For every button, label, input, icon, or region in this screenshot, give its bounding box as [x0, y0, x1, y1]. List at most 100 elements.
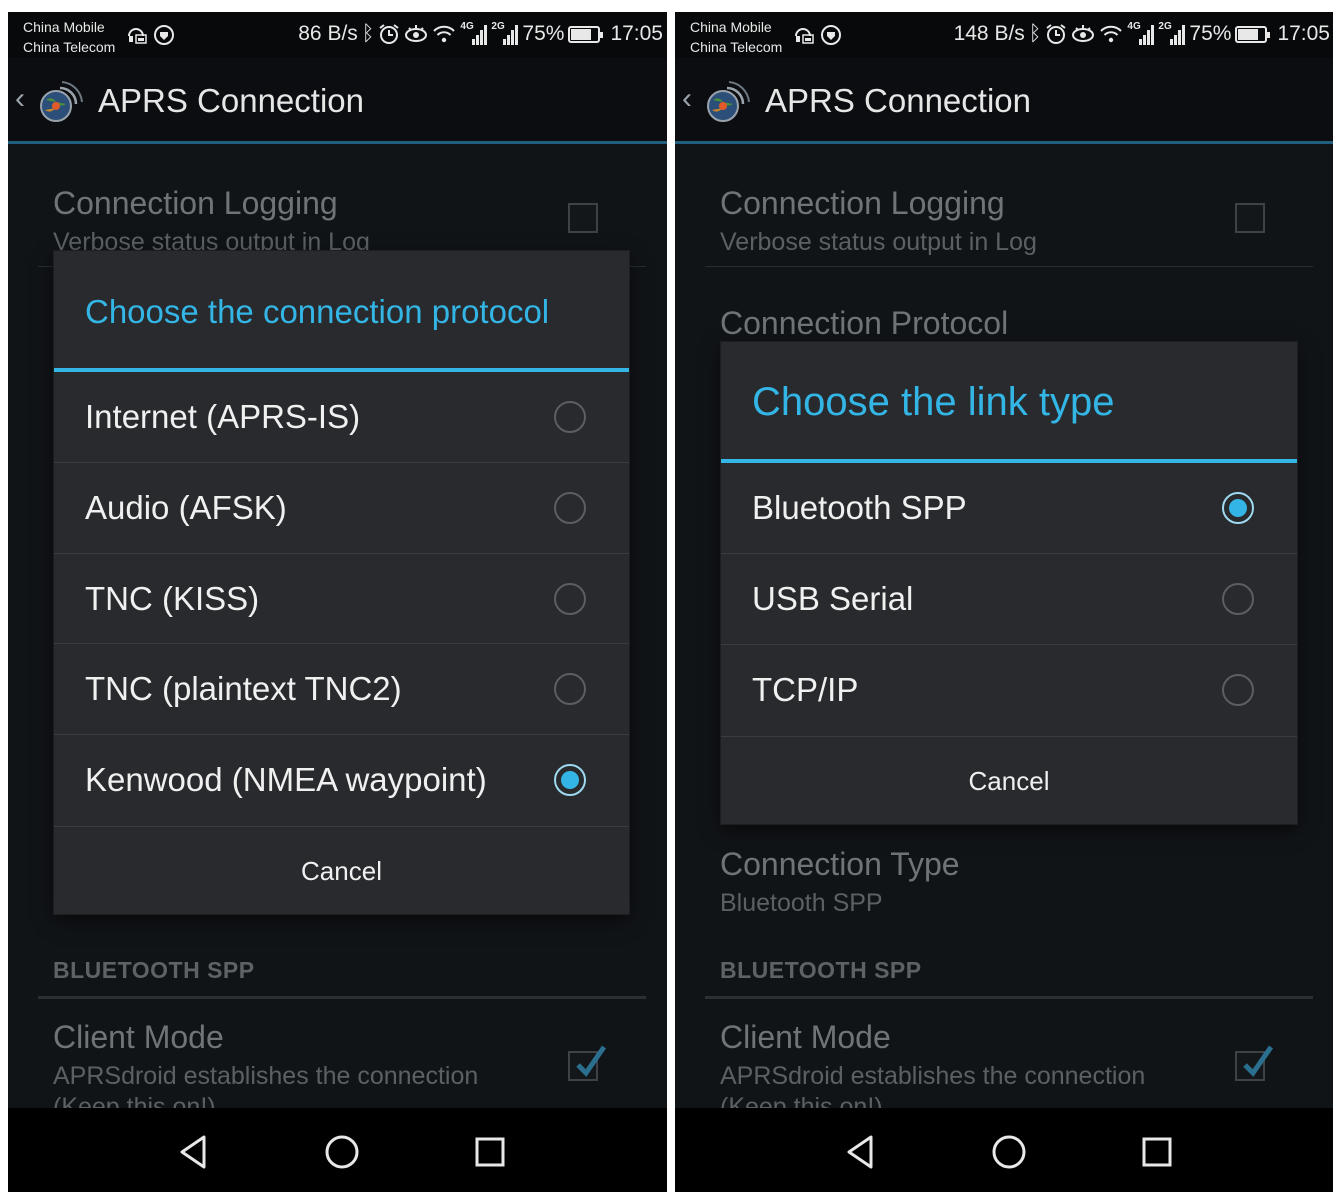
link-option-tcp-ip[interactable]: TCP/IP: [721, 644, 1297, 734]
connection-logging-title[interactable]: Connection Logging: [53, 185, 338, 222]
status-bar: China Mobile China Telecom 86 B/s ᛒ 4G 2…: [8, 12, 667, 58]
back-chevron-icon[interactable]: ‹: [15, 84, 25, 114]
option-label: TNC (plaintext TNC2): [85, 670, 402, 707]
action-bar: ‹ APRS Connection: [675, 58, 1333, 144]
net-speed-label: 148 B/s: [953, 22, 1025, 45]
client-mode-title[interactable]: Client Mode: [53, 1019, 224, 1056]
signal-2-icon: 2G: [1158, 21, 1186, 45]
signal-1-icon: 4G: [1127, 21, 1155, 45]
carrier-1-label: China Mobile: [23, 19, 105, 35]
category-divider: [38, 996, 646, 999]
battery-icon: [568, 25, 604, 43]
vpn-icon: [821, 25, 841, 45]
radio-button[interactable]: [1222, 583, 1254, 615]
protocol-options: Internet (APRS-IS) Audio (AFSK) TNC (KIS…: [54, 372, 629, 826]
option-label: Audio (AFSK): [85, 489, 287, 526]
clock-label: 17:05: [610, 22, 663, 45]
divider: [705, 266, 1313, 267]
option-label: Bluetooth SPP: [752, 489, 967, 526]
carrier-labels: China Mobile China Telecom: [690, 17, 782, 57]
connection-protocol-title[interactable]: Connection Protocol: [720, 305, 1008, 342]
radio-button[interactable]: [1222, 674, 1254, 706]
client-mode-summary-1: APRSdroid establishes the connection: [720, 1062, 1146, 1090]
option-label: TCP/IP: [752, 671, 859, 708]
connection-logging-checkbox[interactable]: [1235, 203, 1265, 233]
page-title: APRS Connection: [98, 82, 364, 119]
link-type-dialog: Choose the link type Bluetooth SPP USB S…: [721, 342, 1297, 824]
notification-lock-icon: [795, 28, 814, 44]
protocol-option-kenwood[interactable]: Kenwood (NMEA waypoint): [54, 734, 629, 824]
aprsdroid-globe-icon[interactable]: [36, 78, 84, 126]
protocol-dialog-title: Choose the connection protocol: [85, 293, 550, 330]
signal-1-icon: 4G: [460, 21, 488, 45]
recents-square-icon[interactable]: [1137, 1132, 1177, 1172]
status-icons-right: 86 B/s ᛒ 4G 2G 75% 17:05: [298, 21, 663, 46]
carrier-1-label: China Mobile: [690, 19, 772, 35]
aprsdroid-globe-icon[interactable]: [703, 78, 751, 126]
radio-button[interactable]: [554, 673, 586, 705]
status-bar: China Mobile China Telecom 148 B/s ᛒ 4G …: [675, 12, 1333, 58]
home-circle-icon[interactable]: [322, 1132, 362, 1172]
back-triangle-icon[interactable]: [174, 1132, 214, 1172]
wifi-icon: [433, 25, 456, 43]
phone-screen-left: China Mobile China Telecom 86 B/s ᛒ 4G 2…: [8, 12, 667, 1192]
cancel-button[interactable]: Cancel: [721, 736, 1297, 824]
link-option-usb-serial[interactable]: USB Serial: [721, 553, 1297, 643]
back-chevron-icon[interactable]: ‹: [682, 84, 692, 114]
battery-percent-label: 75%: [522, 22, 565, 45]
radio-button[interactable]: [554, 583, 586, 615]
link-dialog-title: Choose the link type: [752, 380, 1115, 424]
clock-label: 17:05: [1277, 22, 1330, 45]
protocol-option-internet[interactable]: Internet (APRS-IS): [54, 372, 629, 462]
option-label: TNC (KISS): [85, 580, 260, 617]
home-circle-icon[interactable]: [989, 1132, 1029, 1172]
client-mode-checkbox[interactable]: [568, 1045, 607, 1081]
radio-button[interactable]: [554, 401, 586, 433]
link-options: Bluetooth SPP USB Serial TCP/IP: [721, 463, 1297, 736]
carrier-2-label: China Telecom: [690, 39, 783, 55]
option-label: USB Serial: [752, 580, 914, 617]
radio-button[interactable]: [554, 764, 586, 796]
carrier-2-label: China Telecom: [23, 39, 116, 55]
wifi-icon: [1100, 25, 1123, 43]
navigation-bar: [8, 1108, 667, 1192]
protocol-option-audio[interactable]: Audio (AFSK): [54, 462, 629, 552]
alarm-icon: [1046, 24, 1067, 44]
phone-screen-right: China Mobile China Telecom 148 B/s ᛒ 4G …: [675, 12, 1333, 1192]
category-divider: [705, 996, 1313, 999]
signal-2-icon: 2G: [491, 21, 519, 45]
radio-button[interactable]: [1222, 492, 1254, 524]
client-mode-title[interactable]: Client Mode: [720, 1019, 891, 1056]
connection-logging-checkbox[interactable]: [568, 203, 598, 233]
status-icons-right: 148 B/s ᛒ 4G 2G 75% 17:05: [953, 21, 1330, 46]
protocol-dialog: Choose the connection protocol Internet …: [54, 251, 629, 914]
protocol-option-tnc-kiss[interactable]: TNC (KISS): [54, 553, 629, 643]
connection-logging-summary: Verbose status output in Log: [720, 228, 1037, 256]
link-option-bluetooth-spp[interactable]: Bluetooth SPP: [721, 463, 1297, 553]
protocol-option-tnc-plaintext[interactable]: TNC (plaintext TNC2): [54, 643, 629, 733]
navigation-bar: [675, 1108, 1333, 1192]
cancel-button[interactable]: Cancel: [54, 826, 629, 914]
carrier-labels: China Mobile China Telecom: [23, 17, 115, 57]
bluetooth-icon: ᛒ: [1028, 22, 1042, 45]
checkmark-icon: [576, 1045, 607, 1077]
back-triangle-icon[interactable]: [841, 1132, 881, 1172]
checkmark-icon: [1243, 1045, 1274, 1077]
recents-square-icon[interactable]: [470, 1132, 510, 1172]
client-mode-summary-1: APRSdroid establishes the connection: [53, 1062, 479, 1090]
client-mode-checkbox[interactable]: [1235, 1045, 1274, 1081]
eye-comfort-icon: [1072, 25, 1095, 42]
option-label: Internet (APRS-IS): [85, 398, 361, 435]
battery-icon: [1235, 25, 1271, 43]
vpn-icon: [154, 25, 174, 45]
connection-type-title[interactable]: Connection Type: [720, 846, 960, 883]
option-label: Kenwood (NMEA waypoint): [85, 761, 487, 798]
notification-lock-icon: [128, 28, 147, 44]
connection-type-summary: Bluetooth SPP: [720, 889, 883, 917]
net-speed-label: 86 B/s: [298, 22, 358, 45]
eye-comfort-icon: [405, 25, 428, 42]
radio-button[interactable]: [554, 492, 586, 524]
bluetooth-icon: ᛒ: [361, 22, 375, 45]
connection-logging-title[interactable]: Connection Logging: [720, 185, 1005, 222]
category-bluetooth-spp: BLUETOOTH SPP: [53, 957, 255, 983]
